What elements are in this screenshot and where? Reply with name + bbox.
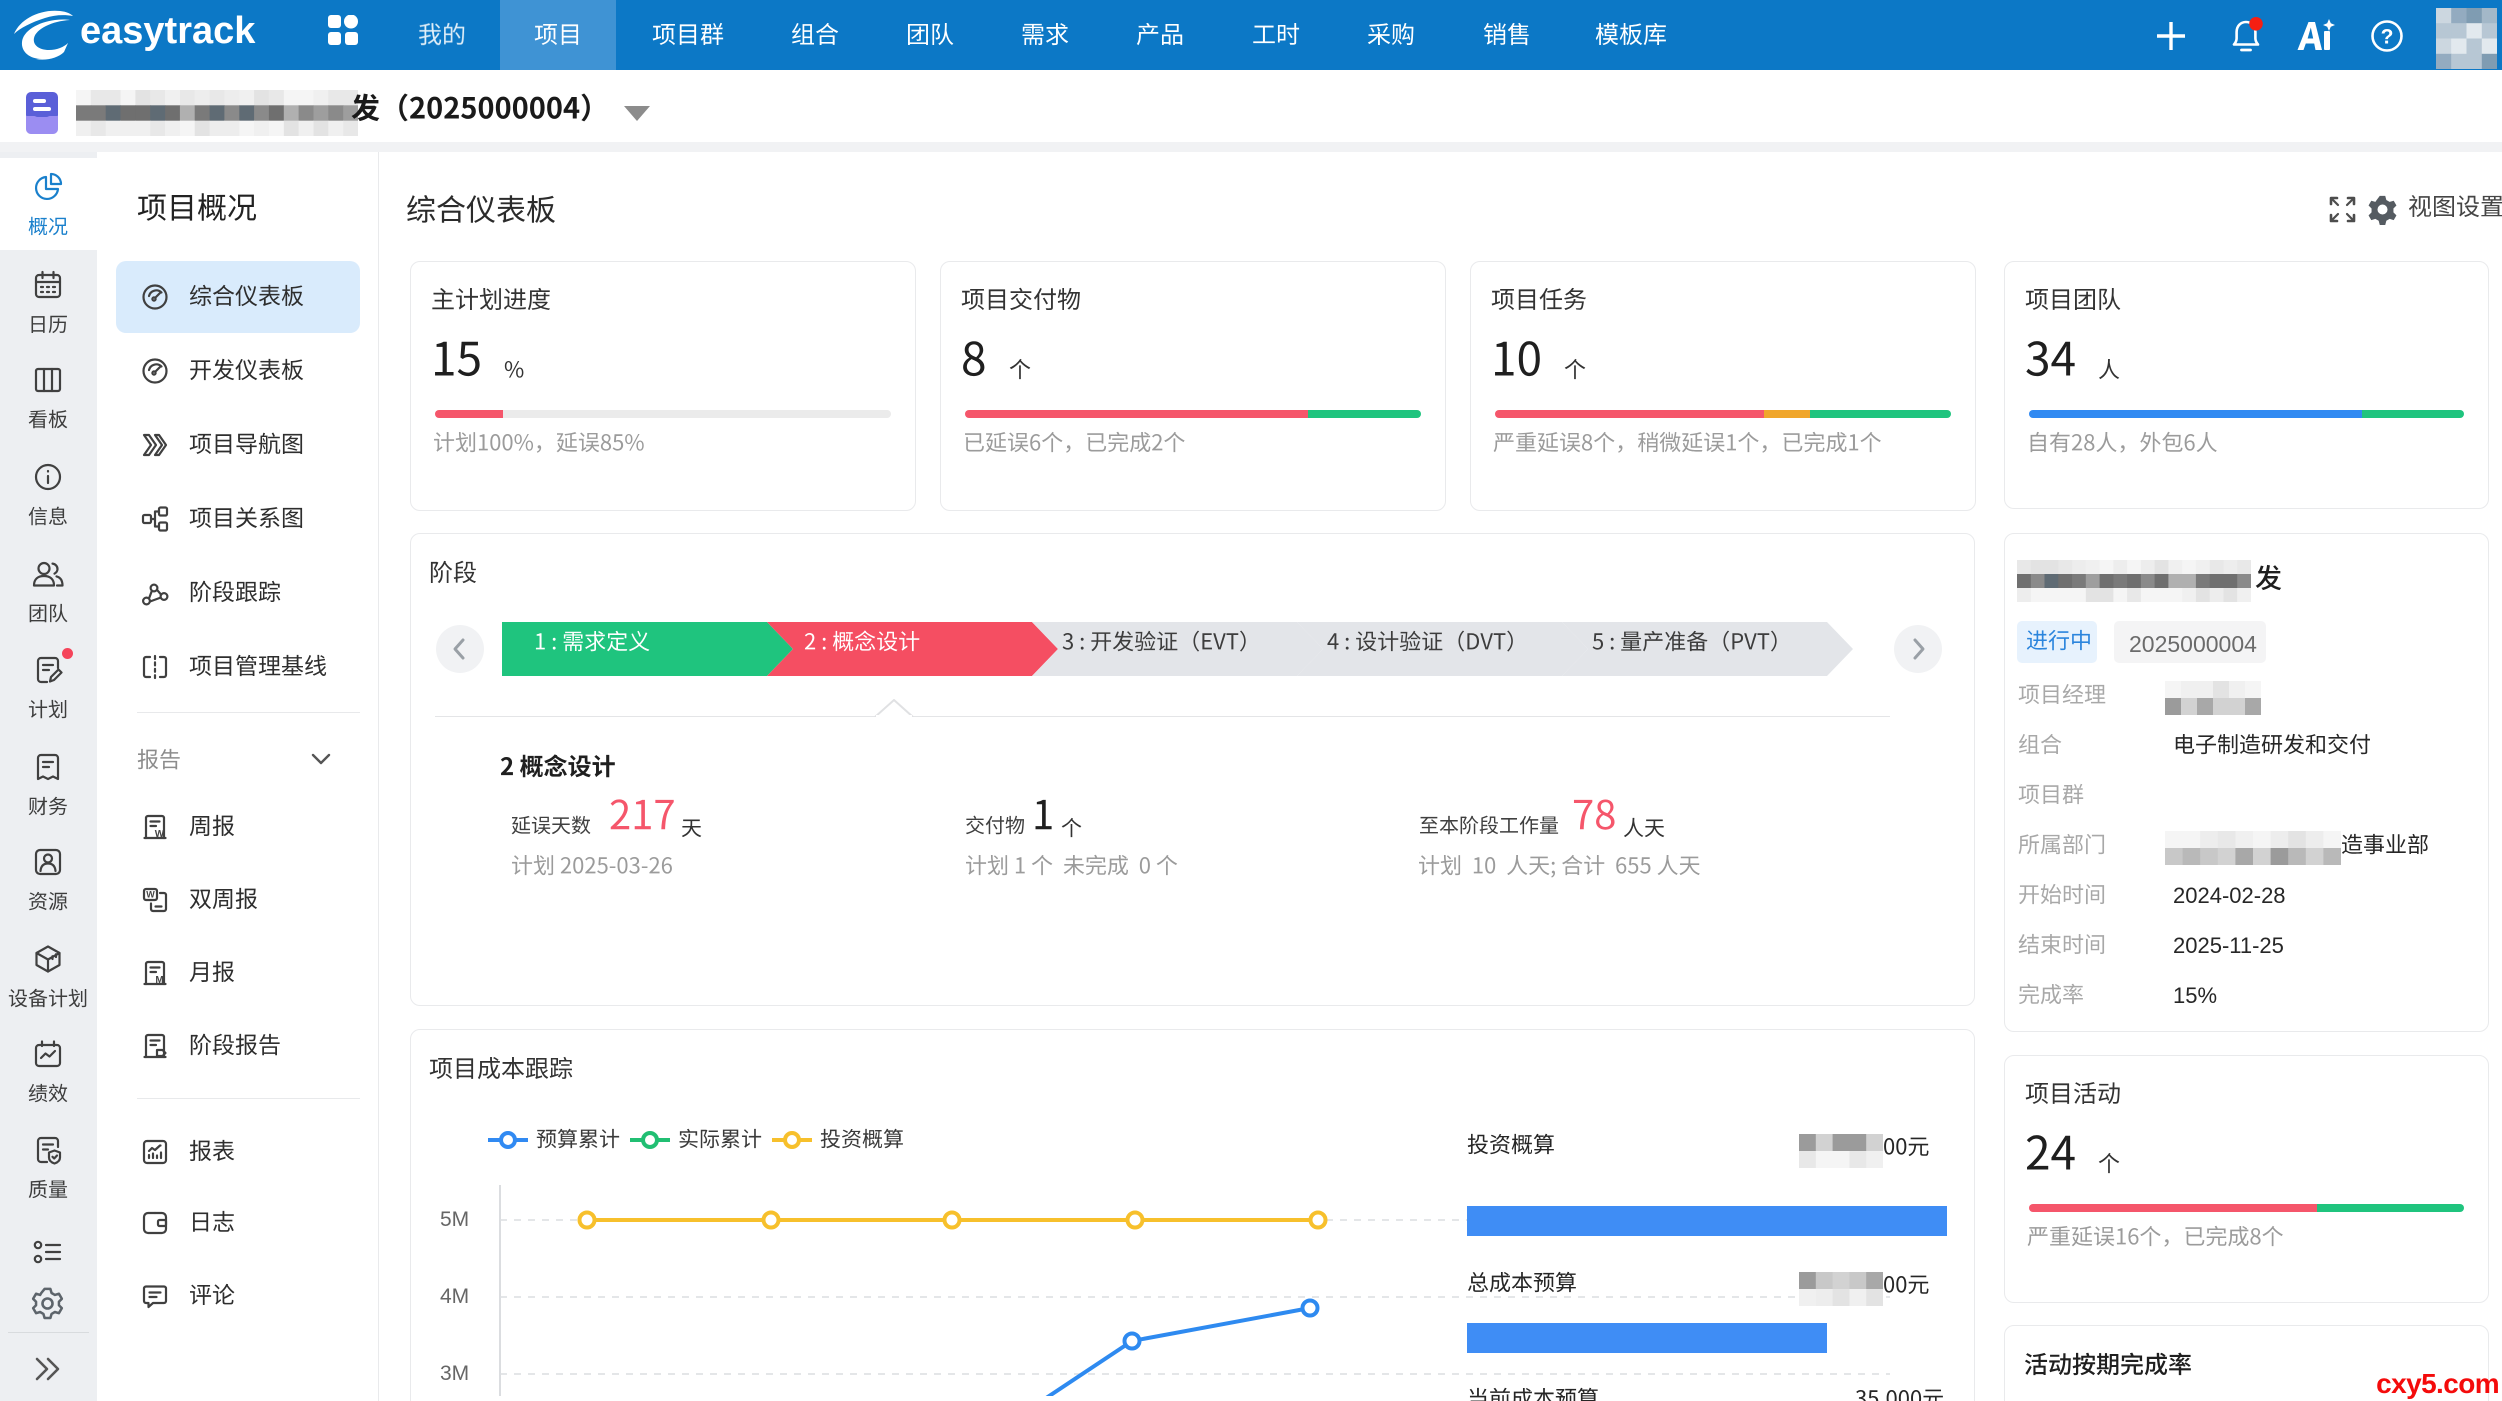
svg-text:?: ? [2381, 26, 2394, 49]
svg-text:M: M [155, 975, 163, 986]
svg-text:W: W [146, 890, 155, 900]
svg-text:W: W [155, 829, 165, 840]
